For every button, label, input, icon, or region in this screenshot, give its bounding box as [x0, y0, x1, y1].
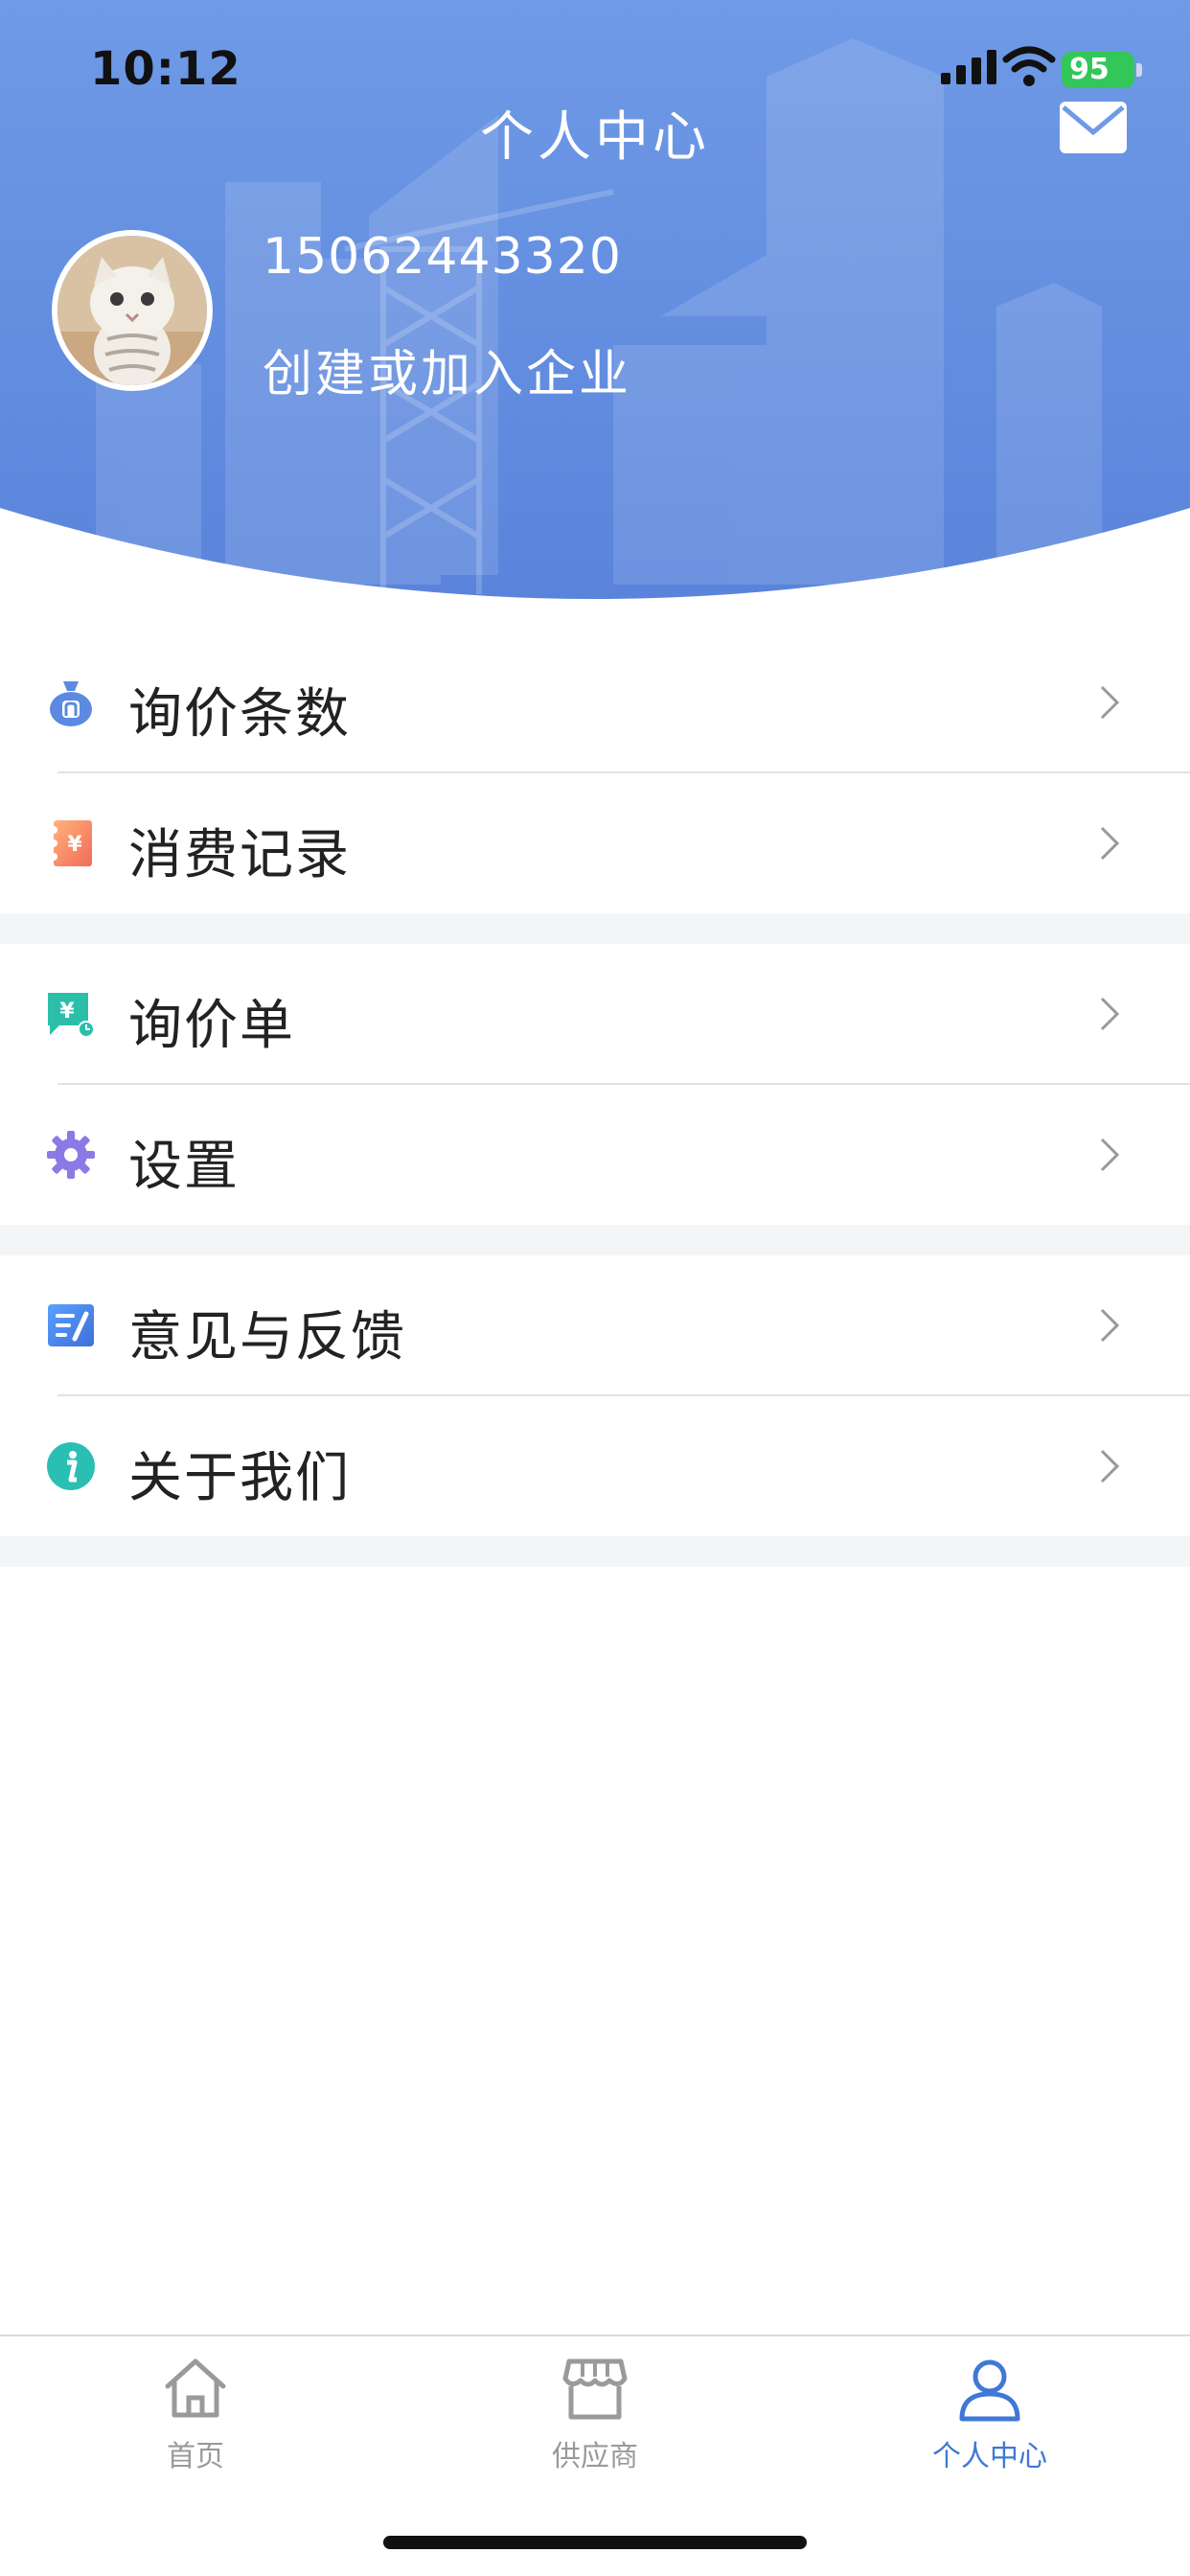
wifi-icon: [1002, 46, 1056, 86]
section-gap: [0, 1536, 1190, 1567]
menu-item-about-us[interactable]: 关于我们: [0, 1396, 1190, 1536]
menu-label: 询价单: [128, 995, 295, 1057]
tab-label: 供应商: [552, 2440, 638, 2473]
chevron-right-icon: [1100, 685, 1120, 720]
battery-tip: [1136, 63, 1142, 77]
chevron-right-icon: [1100, 826, 1120, 861]
receipt-icon: ¥: [50, 820, 92, 866]
person-icon: [959, 2359, 1020, 2422]
page-title: 个人中心: [480, 106, 710, 169]
menu-item-consumption-record[interactable]: ¥ 消费记录: [0, 773, 1190, 913]
menu-label: 意见与反馈: [128, 1306, 406, 1368]
tab-personal-center[interactable]: 个人中心: [875, 2356, 1105, 2499]
menu-item-inquiry-sheet[interactable]: ¥ 询价单: [0, 944, 1190, 1084]
tab-home[interactable]: 首页: [80, 2356, 310, 2499]
quote-chat-icon: ¥: [48, 993, 95, 1038]
menu-item-feedback[interactable]: 意见与反馈: [0, 1255, 1190, 1395]
home-indicator: [383, 2536, 807, 2549]
svg-text:¥: ¥: [59, 1000, 75, 1024]
gear-icon: [47, 1131, 95, 1179]
tab-suppliers[interactable]: 供应商: [480, 2356, 710, 2499]
chevron-right-icon: [1100, 1449, 1120, 1484]
home-icon: [165, 2358, 226, 2418]
section-gap: [0, 913, 1190, 944]
chevron-right-icon: [1100, 1138, 1120, 1172]
chevron-right-icon: [1100, 1308, 1120, 1343]
feedback-edit-icon: [48, 1304, 94, 1346]
money-bag-icon: [50, 681, 92, 726]
menu-label: 设置: [128, 1136, 240, 1198]
user-phone-number: 15062443320: [263, 228, 622, 286]
status-time: 10:12: [90, 42, 241, 96]
join-company-link[interactable]: 创建或加入企业: [263, 334, 631, 405]
section-gap: [0, 1225, 1190, 1255]
info-icon: [47, 1442, 95, 1490]
menu-label: 询价条数: [128, 683, 351, 746]
menu-label: 消费记录: [128, 824, 351, 886]
battery-level: 95: [1069, 53, 1110, 86]
cellular-signal-icon: [941, 50, 996, 84]
chevron-right-icon: [1100, 997, 1120, 1031]
svg-text:¥: ¥: [67, 833, 82, 857]
menu-item-settings[interactable]: 设置: [0, 1085, 1190, 1225]
avatar[interactable]: [52, 230, 213, 391]
mail-icon[interactable]: [1058, 100, 1129, 155]
battery-indicator: 95: [1062, 52, 1134, 88]
menu-item-inquiry-count[interactable]: 询价条数: [0, 632, 1190, 772]
menu-label: 关于我们: [128, 1447, 351, 1509]
cat-avatar-image: [57, 236, 207, 385]
profile-header: 10:12 95 个人中心 15062443320 创建或加入企业: [0, 0, 1190, 613]
tab-label: 首页: [167, 2440, 224, 2473]
tab-label: 个人中心: [932, 2440, 1047, 2473]
store-icon: [562, 2358, 628, 2420]
